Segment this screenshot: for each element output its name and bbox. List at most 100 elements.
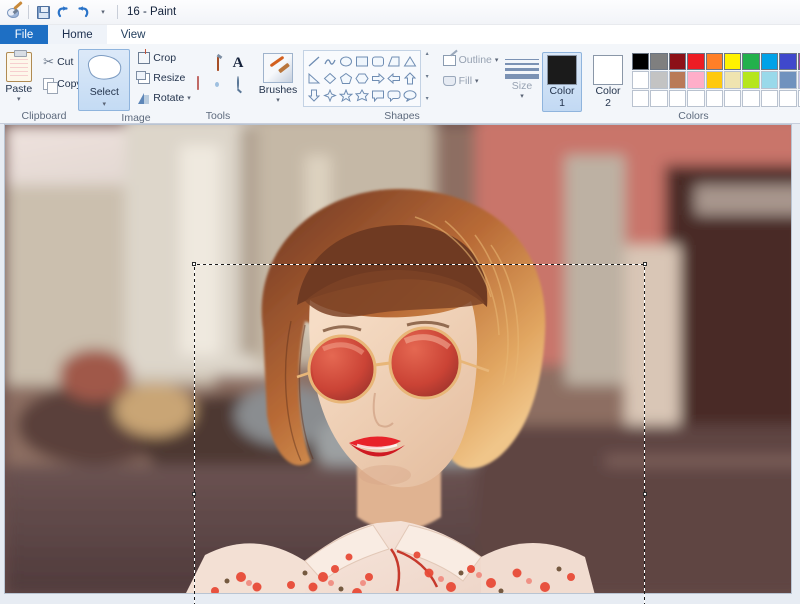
palette-swatch-r2-c5[interactable] [705, 71, 723, 89]
magnifier-icon[interactable] [237, 75, 239, 90]
tab-file[interactable]: File [0, 25, 48, 44]
color-palette[interactable] [632, 53, 800, 108]
shape-five-point-star-icon[interactable] [338, 89, 353, 102]
rotate-label: Rotate [153, 92, 185, 104]
palette-swatch-r3-c3[interactable] [668, 89, 687, 108]
palette-swatch-r3-c1[interactable] [632, 89, 650, 108]
shape-polygon-icon[interactable] [387, 55, 401, 68]
paste-label: Paste [5, 83, 33, 95]
ribbon-group-colors: Colors [626, 44, 800, 123]
shape-line-icon[interactable] [307, 55, 321, 68]
palette-swatch-r1-c1[interactable] [632, 53, 650, 71]
shape-left-arrow-icon[interactable] [386, 72, 401, 85]
palette-swatch-r1-c3[interactable] [668, 53, 687, 71]
shape-curve-icon[interactable] [323, 55, 337, 68]
image-canvas[interactable] [4, 124, 792, 594]
palette-swatch-r2-c7[interactable] [742, 71, 760, 89]
shape-oval-callout-icon[interactable] [403, 89, 417, 102]
brushes-button[interactable]: Brushes ▾ [255, 50, 302, 107]
select-button[interactable]: Select ▾ [78, 49, 131, 111]
palette-swatch-r1-c8[interactable] [760, 53, 779, 71]
outline-label: Outline [458, 54, 492, 66]
palette-swatch-r3-c8[interactable] [760, 89, 779, 108]
cut-label: Cut [57, 56, 74, 68]
shape-diamond-icon[interactable] [323, 72, 337, 85]
clipboard-icon [5, 50, 32, 82]
palette-swatch-r1-c5[interactable] [705, 53, 723, 71]
ribbon-group-color-selectors: Color 1 Color 2 [542, 44, 628, 123]
fill-button[interactable]: Fill ▾ [440, 74, 502, 88]
shapes-scroll-up-icon[interactable]: ▴ [426, 51, 429, 57]
brushes-caret-icon[interactable]: ▾ [276, 96, 280, 104]
palette-swatch-r1-c6[interactable] [723, 53, 742, 71]
shapes-more-icon[interactable]: ▾ [426, 96, 429, 102]
palette-swatch-r1-c9[interactable] [779, 53, 797, 71]
shapes-scroll-down-icon[interactable]: ▾ [426, 74, 429, 80]
color-2-label-line1: Color [595, 85, 621, 97]
clipboard-group-label: Clipboard [21, 110, 67, 122]
outline-button[interactable]: Outline ▾ [440, 53, 502, 67]
color-1-label-line1: Color [549, 85, 575, 97]
color-1-label-line2: 1 [559, 97, 565, 109]
eraser-icon[interactable] [197, 75, 199, 90]
palette-swatch-r3-c4[interactable] [687, 89, 705, 108]
palette-swatch-r2-c8[interactable] [760, 71, 779, 89]
select-caret-icon[interactable]: ▾ [103, 100, 107, 108]
undo-icon[interactable] [53, 2, 73, 22]
save-icon[interactable] [33, 2, 53, 22]
color-1-button[interactable]: Color 1 [542, 52, 582, 112]
shape-rounded-callout-icon[interactable] [387, 89, 401, 102]
customize-qat-caret[interactable]: ▾ [93, 2, 113, 22]
tools-grid: A [188, 54, 248, 92]
palette-swatch-r2-c9[interactable] [779, 71, 797, 89]
shapes-scroll-controls[interactable]: ▴ ▾ ▾ [423, 50, 432, 103]
canvas-area[interactable] [0, 124, 800, 604]
shape-rectangle-icon[interactable] [355, 55, 369, 68]
brush-size-icon [505, 55, 539, 79]
color-2-button[interactable]: Color 2 [588, 52, 628, 112]
shape-right-triangle-icon[interactable] [307, 72, 321, 85]
shape-rounded-rectangle-icon[interactable] [371, 55, 385, 68]
shapes-gallery [302, 50, 421, 107]
shape-six-point-star-icon[interactable] [354, 89, 369, 102]
shape-triangle-icon[interactable] [403, 55, 417, 68]
palette-swatch-r2-c3[interactable] [668, 71, 687, 89]
text-tool-icon[interactable]: A [233, 56, 244, 71]
palette-swatch-r3-c6[interactable] [723, 89, 742, 108]
redo-icon[interactable] [73, 2, 93, 22]
palette-swatch-r3-c2[interactable] [650, 89, 668, 108]
image-group-label: Image [121, 112, 151, 124]
fill-bucket-icon[interactable] [217, 56, 219, 71]
size-caret-icon[interactable]: ▾ [520, 92, 524, 100]
qat-separator [28, 5, 29, 19]
photo-content [5, 125, 791, 593]
palette-swatch-r2-c6[interactable] [723, 71, 742, 89]
palette-swatch-r1-c2[interactable] [650, 53, 668, 71]
brush-icon [263, 53, 293, 83]
shape-oval-icon[interactable] [339, 55, 353, 68]
palette-swatch-r2-c4[interactable] [687, 71, 705, 89]
shape-down-arrow-icon[interactable] [307, 89, 321, 102]
palette-swatch-r2-c2[interactable] [650, 71, 668, 89]
tab-view[interactable]: View [106, 25, 160, 44]
shape-pentagon-icon[interactable] [339, 72, 353, 85]
palette-swatch-r1-c7[interactable] [742, 53, 760, 71]
fill-caret-icon[interactable]: ▾ [475, 77, 479, 85]
palette-swatch-r3-c9[interactable] [779, 89, 797, 108]
palette-swatch-r3-c5[interactable] [705, 89, 723, 108]
palette-swatch-r2-c1[interactable] [632, 71, 650, 89]
fill-label: Fill [458, 75, 473, 87]
colors-group-label: Colors [678, 110, 709, 122]
ribbon: Paste ▾ ✂ Cut Copy Clipboard Select ▾ Cr… [0, 44, 800, 124]
scissors-icon: ✂ [43, 54, 55, 69]
paste-button[interactable]: Paste ▾ [1, 49, 36, 106]
palette-swatch-r1-c4[interactable] [687, 53, 705, 71]
shape-up-arrow-icon[interactable] [403, 72, 417, 85]
shape-four-point-star-icon[interactable] [322, 89, 337, 102]
palette-swatch-r3-c7[interactable] [742, 89, 760, 108]
shape-hexagon-icon[interactable] [355, 72, 369, 85]
tab-home[interactable]: Home [48, 25, 107, 44]
shape-right-arrow-icon[interactable] [371, 72, 385, 85]
shape-rectangular-callout-icon[interactable] [371, 89, 385, 102]
paste-caret-icon[interactable]: ▾ [17, 95, 21, 103]
